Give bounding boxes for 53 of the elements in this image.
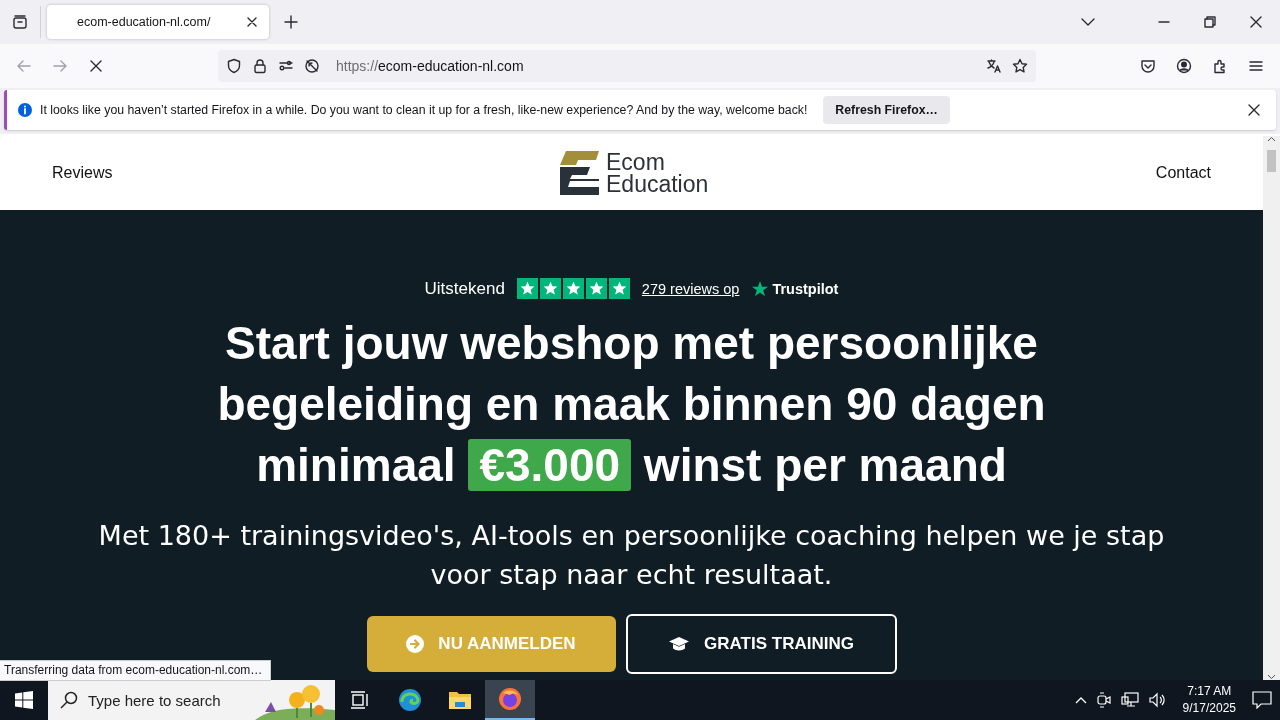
browser-tab[interactable]: ecom-education-nl.com/ <box>47 5 269 39</box>
training-button[interactable]: GRATIS TRAINING <box>625 614 897 674</box>
folder-icon[interactable] <box>448 690 472 710</box>
stop-icon[interactable] <box>88 58 104 74</box>
reviews-link[interactable]: 279 reviews op <box>641 280 740 297</box>
info-icon[interactable] <box>17 102 33 118</box>
chevron-up-icon[interactable] <box>1074 696 1087 704</box>
star-icon <box>751 279 770 298</box>
translate-icon[interactable] <box>986 58 1002 74</box>
scroll-down-icon[interactable] <box>1267 674 1276 680</box>
bookmark-star-icon[interactable] <box>1012 58 1028 74</box>
rating-label: Uitstekend <box>424 278 505 299</box>
search-icon <box>60 691 78 709</box>
graduation-cap-icon <box>668 636 691 652</box>
scrollbar-thumb[interactable] <box>1267 150 1276 172</box>
headline: Start jouw webshop met persoonlijke begeleiding en maak binnen 90 dagen minimaal €3.000 winst per maand <box>216 316 1047 493</box>
refresh-firefox-button[interactable]: Refresh Firefox… <box>823 96 950 124</box>
arrow-circle-icon <box>406 635 425 653</box>
notification-message: It looks like you haven’t started Firefox in a while. Do you want to clean it up for a fresh, like-new experience? And by the way, welcome back! <box>40 103 808 117</box>
subtitle: Met 180+ trainingsvideo's, AI-tools en persoonlijke coaching helpen we je stap voor stap naar echt resultaat. <box>97 519 1166 592</box>
network-icon[interactable] <box>1120 692 1139 708</box>
search-field[interactable]: Type here to search <box>48 680 335 720</box>
shield-icon[interactable] <box>226 58 242 74</box>
nav-link[interactable]: Contact <box>1155 164 1211 182</box>
volume-icon[interactable] <box>1148 692 1167 708</box>
menu-icon[interactable] <box>1248 58 1264 74</box>
lock-icon[interactable] <box>252 58 268 74</box>
account-icon[interactable] <box>1176 58 1192 74</box>
task-view-icon[interactable] <box>350 691 370 709</box>
close-icon[interactable] <box>1248 14 1264 30</box>
logo-icon <box>560 151 599 195</box>
restore-icon[interactable] <box>1202 14 1218 30</box>
edge-browser-icon[interactable] <box>398 688 422 712</box>
tab-list-icon[interactable] <box>12 14 28 30</box>
logo-text: Ecom Education <box>606 151 709 195</box>
tracking-blocked-icon[interactable] <box>304 58 320 74</box>
camera-icon[interactable] <box>1096 692 1111 708</box>
extensions-icon[interactable] <box>1212 58 1228 74</box>
address-bar[interactable]: https://ecom-education-nl.com <box>218 50 1036 82</box>
url-text[interactable]: https://ecom-education-nl.com <box>336 58 976 74</box>
clock-date[interactable]: 9/17/2025 <box>1182 700 1236 717</box>
trustpilot-logo-text: Trustpilot <box>772 280 839 297</box>
close-icon[interactable] <box>245 15 259 29</box>
windows-start-icon[interactable] <box>15 691 33 709</box>
notification-icon[interactable] <box>1252 691 1272 709</box>
nav-link[interactable]: Reviews <box>52 164 113 182</box>
new-tab-icon[interactable] <box>283 14 299 30</box>
pocket-icon[interactable] <box>1140 58 1156 74</box>
status-text: Transferring data from ecom-education-nl.com… <box>0 660 272 681</box>
firefox-icon[interactable] <box>498 687 522 711</box>
close-icon[interactable] <box>1246 102 1262 118</box>
scroll-up-icon[interactable] <box>1267 136 1276 142</box>
clock-time[interactable]: 7:17 AM <box>1187 683 1232 700</box>
